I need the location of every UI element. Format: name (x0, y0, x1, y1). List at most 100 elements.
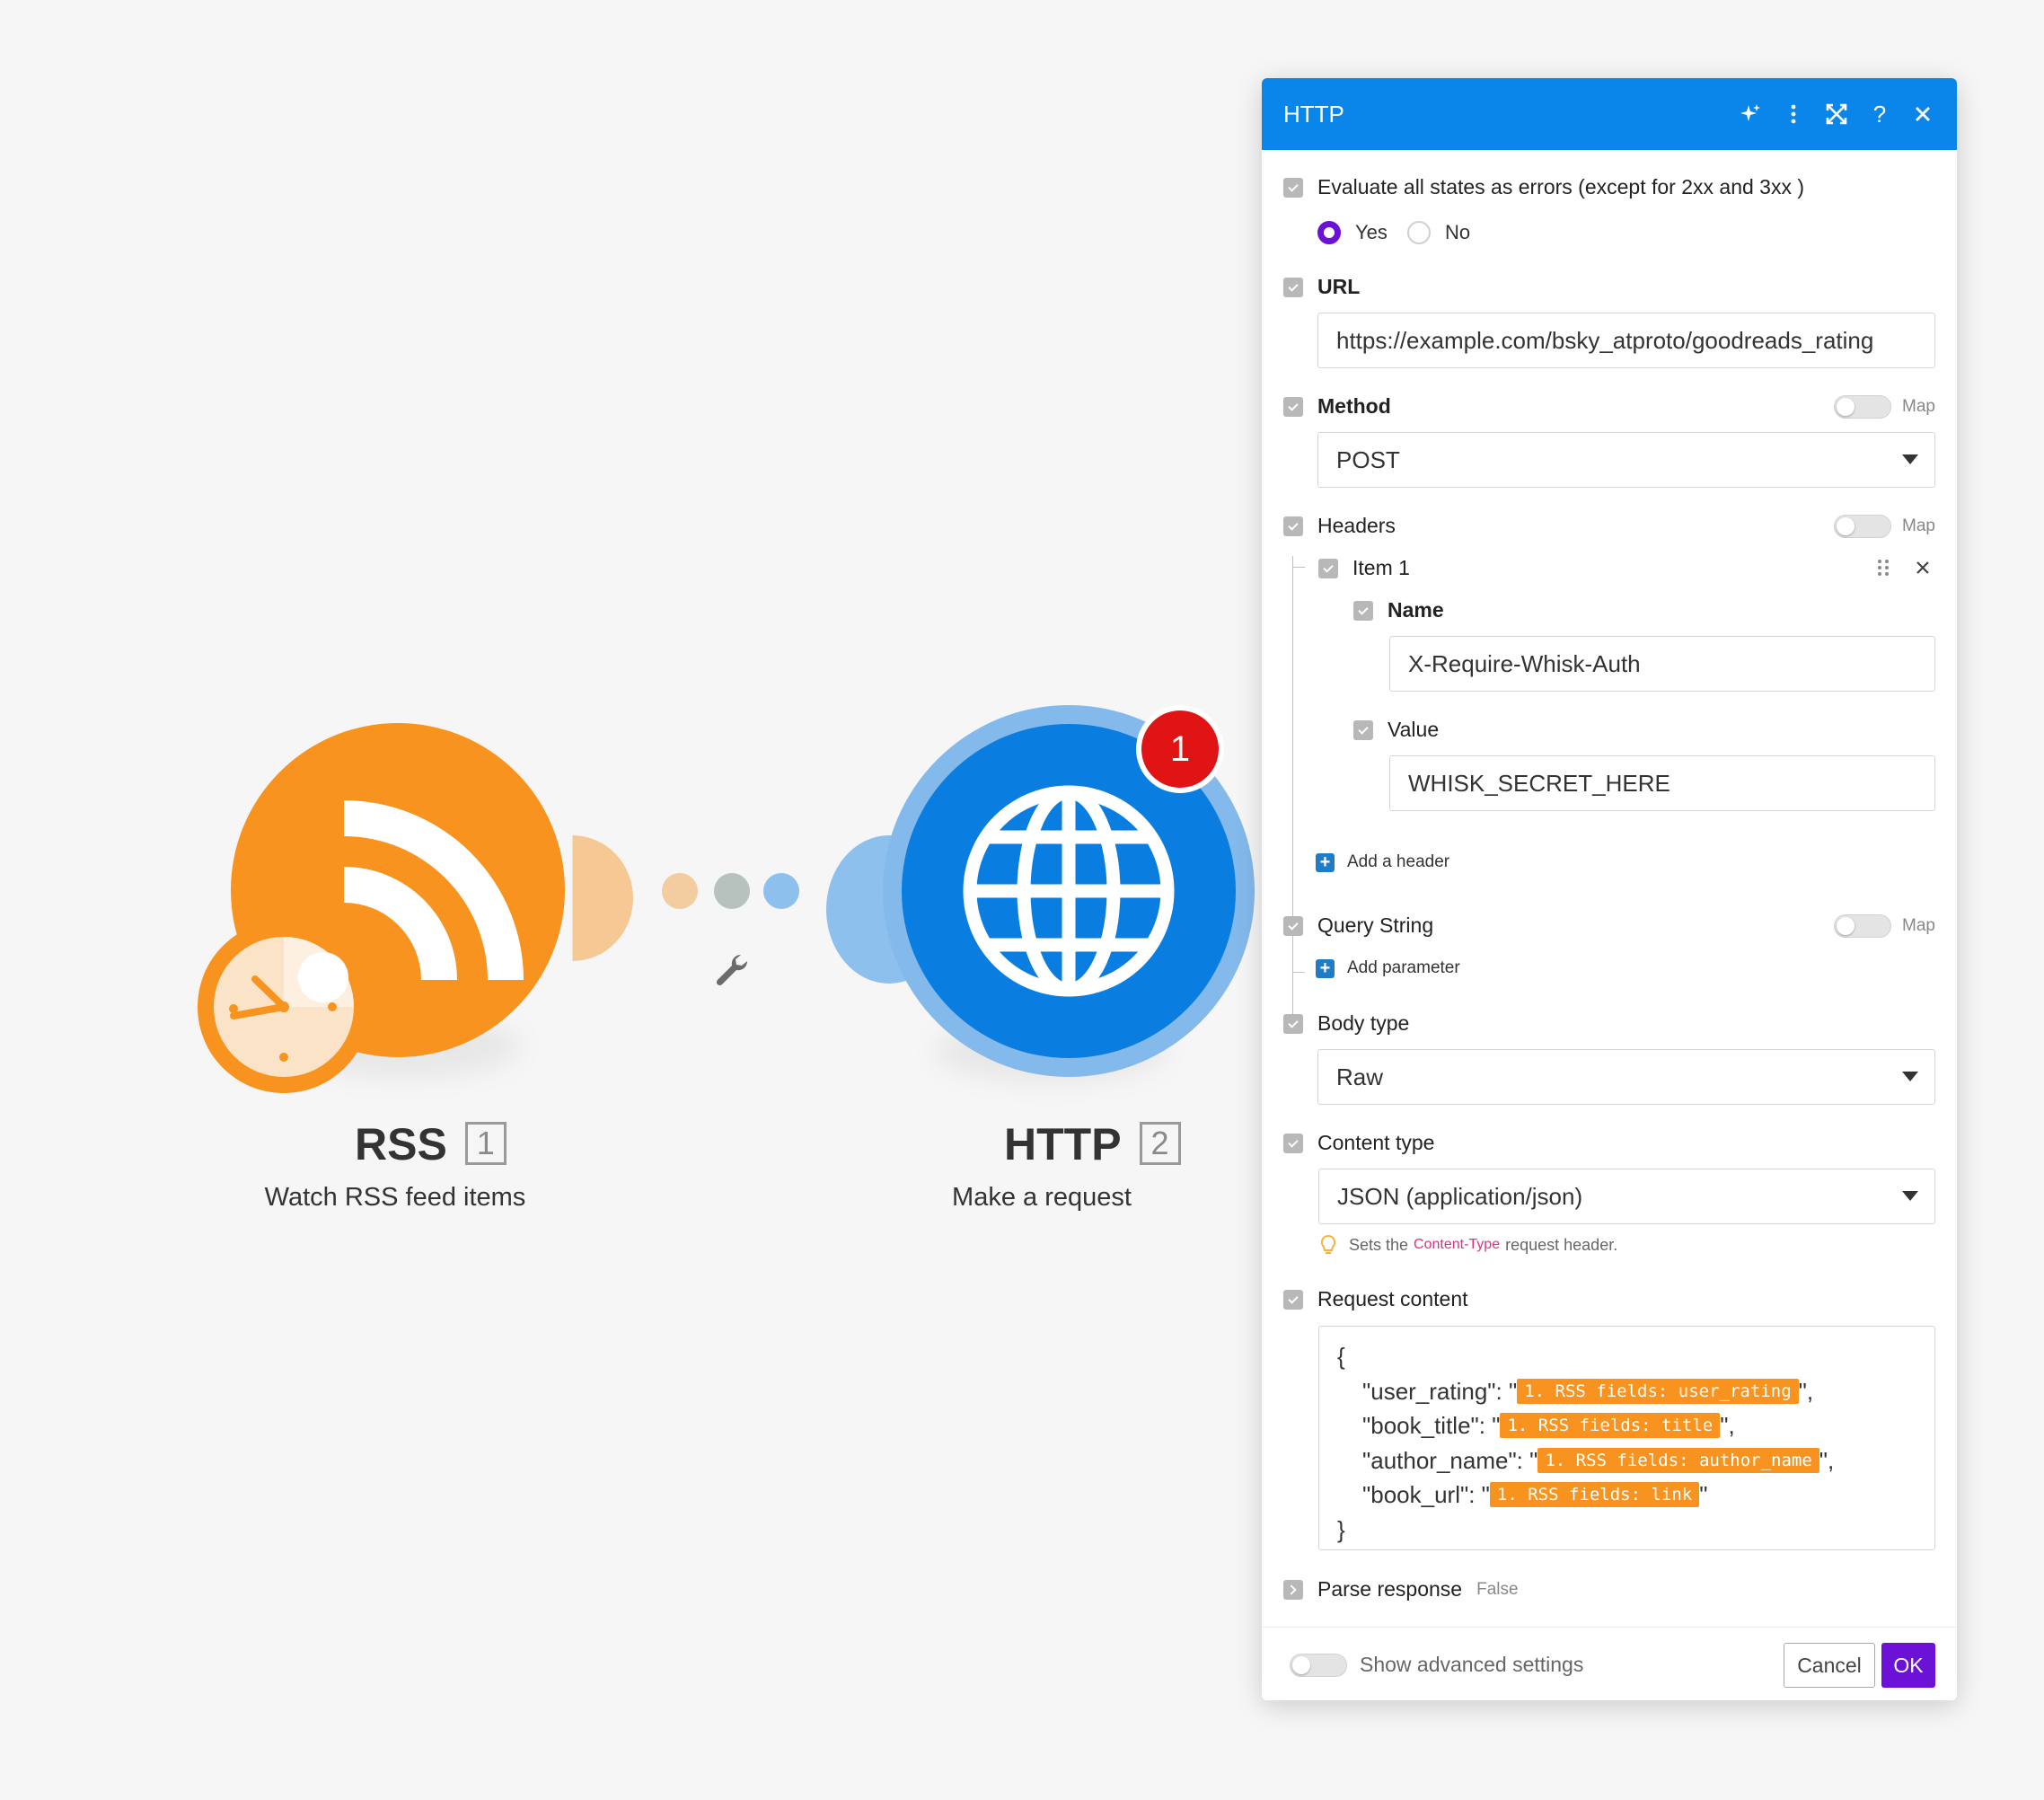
header-value-label: Value (1353, 718, 1439, 742)
advanced-settings-switch[interactable] (1290, 1653, 1347, 1677)
content-type-hint: Sets the Content-Type request header. (1320, 1234, 1617, 1256)
body-type-toggle-icon[interactable] (1283, 1013, 1303, 1034)
body-type-value: Raw (1336, 1063, 1384, 1090)
evaluate-errors-toggle-icon[interactable] (1283, 177, 1303, 198)
header-name-toggle-icon[interactable] (1353, 600, 1373, 621)
evaluate-errors-label: Evaluate all states as errors (except fo… (1283, 175, 1804, 199)
add-parameter-text: Add parameter (1347, 958, 1460, 977)
query-string-toggle-icon[interactable] (1283, 915, 1303, 936)
code-key: "author_name": " (1362, 1446, 1538, 1474)
radio-yes[interactable]: Yes (1317, 221, 1388, 244)
http-module[interactable]: 1 HTTP 2 Make a request (826, 701, 1257, 1222)
query-string-map-label: Map (1902, 916, 1935, 935)
radio-no-dot[interactable] (1407, 221, 1431, 244)
sparkle-icon[interactable] (1738, 101, 1763, 127)
plus-icon: + (1316, 852, 1335, 872)
code-close-brace: } (1337, 1515, 1345, 1543)
rss-module-name: RSS (355, 1119, 447, 1169)
http-module-name: HTTP (1004, 1119, 1122, 1169)
code-line: "book_title": " 1. RSS fields: title ", (1337, 1408, 1916, 1443)
connector-dot-1 (662, 873, 698, 909)
code-line: "book_url": " 1. RSS fields: link " (1337, 1478, 1916, 1513)
expand-icon[interactable] (1824, 101, 1849, 127)
parse-response-label[interactable]: Parse response False (1283, 1577, 1519, 1601)
panel-title: HTTP (1283, 100, 1344, 128)
headers-label: Headers (1283, 514, 1396, 538)
method-toggle-icon[interactable] (1283, 396, 1303, 417)
header-item-label: Item 1 (1318, 556, 1410, 580)
header-value-input[interactable]: WHISK_SECRET_HERE (1389, 755, 1935, 811)
radio-yes-dot[interactable] (1317, 221, 1341, 244)
body-type-label: Body type (1283, 1011, 1409, 1036)
content-type-select[interactable]: JSON (application/json) (1318, 1169, 1935, 1224)
mapped-field-pill[interactable]: 1. RSS fields: user_rating (1517, 1378, 1799, 1404)
headers-map-label: Map (1902, 516, 1935, 535)
wrench-icon[interactable] (712, 951, 750, 989)
rss-module-number: 1 (464, 1122, 507, 1165)
code-open-brace: { (1337, 1343, 1345, 1370)
query-string-map-toggle[interactable]: Map (1834, 914, 1935, 938)
radio-no[interactable]: No (1407, 221, 1470, 244)
headers-map-switch[interactable] (1834, 515, 1892, 538)
query-string-text: Query String (1317, 913, 1434, 937)
advanced-settings-toggle[interactable]: Show advanced settings (1290, 1653, 1583, 1677)
add-parameter-button[interactable]: + Add parameter (1316, 958, 1460, 978)
remove-item-icon[interactable] (1916, 560, 1930, 579)
help-icon[interactable]: ? (1867, 101, 1892, 128)
body-type-text: Body type (1317, 1011, 1410, 1035)
http-module-subtitle: Make a request (952, 1183, 1132, 1212)
method-map-toggle[interactable]: Map (1834, 395, 1935, 419)
content-type-label: Content type (1283, 1131, 1434, 1155)
method-map-switch[interactable] (1834, 395, 1892, 419)
mapped-field-pill[interactable]: 1. RSS fields: link (1489, 1482, 1700, 1507)
query-tree-line (1292, 954, 1293, 972)
header-value-toggle-icon[interactable] (1353, 719, 1373, 740)
connector-dot-2 (714, 873, 750, 909)
more-vertical-icon[interactable] (1781, 101, 1806, 127)
url-toggle-icon[interactable] (1283, 277, 1303, 297)
url-label-text: URL (1317, 275, 1361, 298)
panel-footer: Show advanced settings Cancel OK (1262, 1627, 1957, 1700)
content-type-toggle-icon[interactable] (1283, 1133, 1303, 1153)
add-header-text: Add a header (1347, 852, 1450, 871)
add-header-button[interactable]: + Add a header (1316, 852, 1449, 872)
headers-toggle-icon[interactable] (1283, 516, 1303, 536)
request-content-label: Request content (1283, 1287, 1468, 1311)
panel-body: Evaluate all states as errors (except fo… (1262, 150, 1957, 1627)
query-string-map-switch[interactable] (1834, 914, 1892, 938)
error-badge[interactable]: 1 (1136, 705, 1224, 793)
cancel-button[interactable]: Cancel (1784, 1643, 1875, 1688)
url-label: URL (1283, 275, 1360, 299)
http-module-number: 2 (1139, 1122, 1181, 1165)
query-tree-branch (1292, 972, 1305, 973)
ok-button[interactable]: OK (1881, 1643, 1935, 1688)
code-line: "author_name": " 1. RSS fields: author_na… (1337, 1443, 1916, 1478)
method-label-text: Method (1317, 394, 1391, 418)
close-icon[interactable] (1910, 101, 1935, 127)
header-name-text: Name (1388, 598, 1444, 622)
header-item-toggle-icon[interactable] (1318, 558, 1338, 578)
error-badge-count: 1 (1141, 710, 1219, 788)
rss-module[interactable]: RSS 1 Watch RSS feed items (189, 710, 638, 1213)
rss-module-subtitle: Watch RSS feed items (264, 1183, 526, 1212)
http-settings-panel: HTTP ? Evaluate all states as errors (ex… (1262, 78, 1957, 1700)
chevron-down-icon (1902, 454, 1918, 464)
url-input[interactable]: https://example.com/bsky_atproto/goodrea… (1317, 313, 1935, 368)
query-string-label: Query String (1283, 913, 1433, 938)
body-type-select[interactable]: Raw (1317, 1049, 1935, 1105)
header-name-input[interactable]: X-Require-Whisk-Auth (1389, 636, 1935, 692)
mapped-field-pill[interactable]: 1. RSS fields: title (1500, 1413, 1721, 1438)
header-name-value: X-Require-Whisk-Auth (1408, 649, 1641, 677)
lightbulb-icon (1320, 1234, 1336, 1254)
parse-response-text: Parse response (1317, 1577, 1463, 1601)
mapped-field-pill[interactable]: 1. RSS fields: author_name (1537, 1447, 1819, 1473)
chevron-down-icon (1902, 1072, 1918, 1081)
parse-response-expand-icon[interactable] (1283, 1579, 1303, 1600)
method-label: Method (1283, 394, 1391, 419)
drag-handle-icon[interactable] (1876, 559, 1890, 581)
request-content-toggle-icon[interactable] (1283, 1289, 1303, 1310)
headers-map-toggle[interactable]: Map (1834, 515, 1935, 538)
method-select[interactable]: POST (1317, 432, 1935, 488)
plus-icon: + (1316, 958, 1335, 978)
request-content-editor[interactable]: { "user_rating": " 1. RSS fields: user_ra… (1318, 1326, 1935, 1550)
